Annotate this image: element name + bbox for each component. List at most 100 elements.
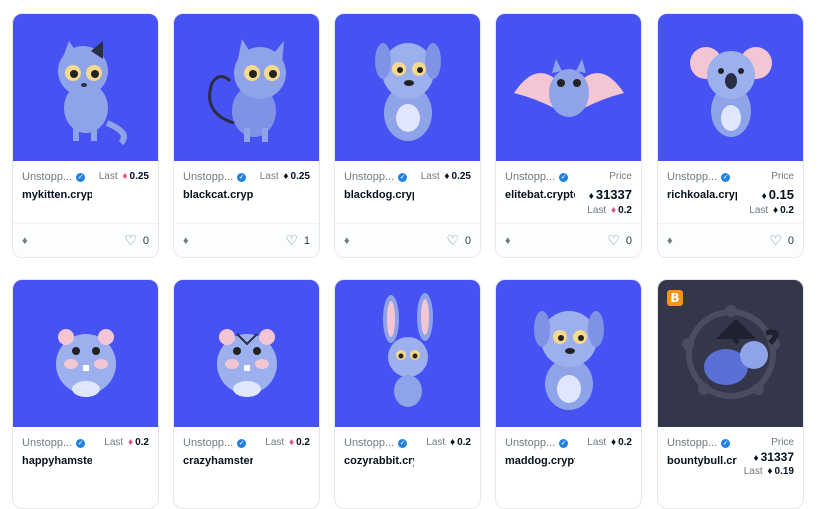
- nft-image-hamster[interactable]: [13, 280, 158, 427]
- heart-icon: ♡: [285, 232, 298, 248]
- kitten-illustration: [57, 40, 127, 145]
- collection-name[interactable]: Unstopp...: [344, 171, 394, 183]
- favorite-button[interactable]: ♡ 0: [124, 232, 149, 249]
- dog-illustration: [374, 42, 441, 141]
- nft-image-bat[interactable]: [496, 14, 641, 161]
- last-sale-label: Last: [587, 205, 607, 216]
- ethereum-icon: ♦: [767, 466, 773, 477]
- nft-card[interactable]: Unstopp...✓ blackdog.crypto Last ♦0.25 ♦…: [334, 13, 481, 258]
- ethereum-icon: ♦: [772, 205, 779, 216]
- price-label: Price: [609, 171, 632, 182]
- verified-badge-icon: ✓: [76, 172, 86, 182]
- like-count: 0: [625, 234, 632, 247]
- nft-card[interactable]: Unstopp...✓ blackcat.crypto Last ♦0.25 ♦…: [173, 13, 320, 258]
- nft-image-bull[interactable]: B: [658, 280, 803, 427]
- price-label: Last: [426, 437, 446, 448]
- favorite-button[interactable]: ♡ 0: [446, 232, 471, 249]
- collection-name[interactable]: Unstopp...: [183, 171, 233, 183]
- collection-name[interactable]: Unstopp...: [22, 437, 72, 449]
- nft-image-hamster[interactable]: [174, 280, 319, 427]
- ethereum-icon: ♦: [610, 437, 617, 448]
- nft-name[interactable]: maddog.crypto: [505, 455, 575, 467]
- hamster-illustration: [216, 328, 277, 397]
- nft-card[interactable]: Unstopp... ✓ happyhamster.crypto Last ♦0.…: [12, 279, 159, 509]
- price-value: 0.25: [129, 171, 149, 182]
- heart-icon: ♡: [607, 232, 620, 248]
- collection-name[interactable]: Unstopp...: [505, 171, 555, 183]
- nft-card[interactable]: Unstopp...✓ mykitten.crypto Last ♦0.25 ♦…: [12, 13, 159, 258]
- price-value: 31337: [760, 450, 794, 464]
- nft-card[interactable]: B Unstopp... ✓ bountybull.crypto Price ♦ 3…: [657, 279, 804, 509]
- nft-image-rabbit[interactable]: [335, 280, 480, 427]
- collection-name[interactable]: Unstopp...: [505, 437, 555, 449]
- collection-name[interactable]: Unstopp...: [667, 171, 717, 183]
- favorite-button[interactable]: ♡ 1: [285, 232, 310, 249]
- like-count: 0: [142, 234, 149, 247]
- last-sale-label: Last: [743, 466, 763, 477]
- nft-image-dog[interactable]: [335, 14, 480, 161]
- like-count: 0: [464, 234, 471, 247]
- ethereum-icon: ♦: [667, 234, 673, 247]
- ethereum-icon: ♦: [344, 234, 350, 247]
- verified-badge-icon: ✓: [559, 438, 569, 448]
- favorite-button[interactable]: ♡ 0: [607, 232, 632, 249]
- price-label: Last: [98, 171, 118, 182]
- ethereum-icon: ♦: [288, 437, 295, 448]
- nft-name[interactable]: bountybull.crypto: [667, 455, 737, 467]
- nft-name[interactable]: cozyrabbit.crypto: [344, 455, 414, 467]
- price-value: 0.2: [618, 437, 632, 448]
- nft-name[interactable]: mykitten.crypto: [22, 189, 92, 201]
- price-label: Price: [771, 171, 794, 182]
- ethereum-icon: ♦: [283, 171, 289, 182]
- verified-badge-icon: ✓: [721, 172, 731, 182]
- favorite-button[interactable]: ♡ 0: [769, 232, 794, 249]
- nft-image-kitten[interactable]: [13, 14, 158, 161]
- collection-name[interactable]: Unstopp...: [183, 437, 233, 449]
- ethereum-icon: ♦: [444, 171, 450, 182]
- price-value: 0.15: [768, 187, 794, 202]
- ethereum-icon: ♦: [588, 191, 594, 202]
- collection-logo-icon: B: [667, 290, 683, 306]
- collection-name[interactable]: Unstopp...: [344, 437, 394, 449]
- ethereum-icon: ♦: [449, 437, 456, 448]
- last-sale-value: 0.2: [618, 205, 632, 216]
- nft-name[interactable]: blackdog.crypto: [344, 189, 414, 201]
- collection-name[interactable]: Unstopp...: [22, 171, 72, 183]
- cat-illustration: [207, 38, 286, 142]
- last-sale-label: Last: [749, 205, 769, 216]
- ethereum-icon: ♦: [505, 234, 511, 247]
- dog-illustration: [533, 310, 604, 410]
- bull-illustration: [681, 304, 780, 399]
- like-count: 1: [303, 234, 310, 247]
- nft-name[interactable]: crazyhamster.crypto: [183, 455, 253, 467]
- nft-name[interactable]: happyhamster.crypto: [22, 455, 92, 467]
- ethereum-icon: ♦: [183, 234, 189, 247]
- collection-name[interactable]: Unstopp...: [667, 437, 717, 449]
- price-value: 0.25: [290, 171, 310, 182]
- verified-badge-icon: ✓: [398, 438, 408, 448]
- nft-name[interactable]: richkoala.crypto: [667, 189, 737, 201]
- price-value: 0.2: [135, 437, 149, 448]
- nft-card[interactable]: Unstopp... ✓ crazyhamster.crypto Last ♦0.…: [173, 279, 320, 509]
- verified-badge-icon: ✓: [721, 438, 731, 448]
- price-label: Last: [259, 171, 279, 182]
- verified-badge-icon: ✓: [237, 172, 247, 182]
- bat-illustration: [513, 58, 624, 117]
- nft-image-dog[interactable]: [496, 280, 641, 427]
- nft-card[interactable]: Unstopp... ✓ cozyrabbit.crypto Last ♦0.2: [334, 279, 481, 509]
- nft-card[interactable]: Unstopp... ✓ maddog.crypto Last ♦0.2: [495, 279, 642, 509]
- last-sale-value: 0.19: [774, 466, 794, 477]
- nft-name[interactable]: elitebat.crypto: [505, 189, 575, 201]
- price-label: Price: [771, 437, 794, 448]
- nft-card[interactable]: Unstopp... ✓ richkoala.crypto Price ♦ 0.15…: [657, 13, 804, 258]
- price-label: Last: [104, 437, 124, 448]
- nft-image-cat[interactable]: [174, 14, 319, 161]
- rabbit-illustration: [382, 292, 433, 407]
- nft-image-koala[interactable]: [658, 14, 803, 161]
- last-sale-value: 0.2: [780, 205, 794, 216]
- verified-badge-icon: ✓: [76, 438, 86, 448]
- nft-name[interactable]: blackcat.crypto: [183, 189, 253, 201]
- price-label: Last: [265, 437, 285, 448]
- nft-card[interactable]: Unstopp... ✓ elitebat.crypto Price ♦ 31337…: [495, 13, 642, 258]
- price-value: 0.2: [296, 437, 310, 448]
